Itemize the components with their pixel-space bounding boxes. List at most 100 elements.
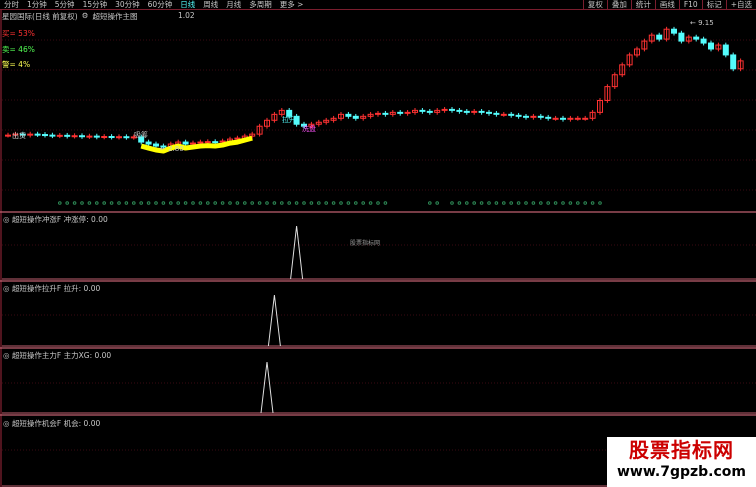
candle-body (449, 108, 455, 111)
signal-dot (331, 201, 336, 205)
panel-1-text: 超短操作冲涨F 冲涨停: 0.00 (11, 215, 108, 224)
toolbar-right: 复权 叠加 统计 画线 F10 标记 +自选 (582, 0, 756, 10)
candle-body (515, 114, 522, 117)
signal-dot (568, 201, 573, 205)
candle-body (508, 113, 515, 116)
signal-dot (561, 201, 565, 205)
menu-5[interactable]: 60分钟 (144, 0, 177, 10)
signal-dot (250, 201, 254, 205)
panel-4-text: 超短操作机会F 机会: 0.00 (11, 419, 101, 428)
candle-body (190, 142, 196, 145)
signal-dot (161, 201, 166, 205)
menu-0[interactable]: 分时 (0, 0, 23, 10)
menu-2[interactable]: 5分钟 (51, 0, 79, 10)
chart-title: 星园国际(日线 前复权) ⚙ 超短操作主图 (2, 11, 137, 21)
signal-dot (494, 201, 499, 205)
menu-6[interactable]: 日线 (176, 0, 199, 10)
signal-dot (213, 201, 217, 205)
signal-dot (95, 201, 99, 205)
candle-body (500, 113, 507, 116)
label-lasheng: 拉升 (282, 115, 296, 124)
signal-dot (435, 201, 440, 205)
candle-body (153, 143, 159, 147)
candle-body (678, 32, 685, 42)
signal-dot (154, 201, 158, 205)
signal-dot (487, 201, 491, 205)
indicator-name: 超短操作主图 (92, 12, 138, 21)
signal-dot (280, 201, 284, 205)
menu-9[interactable]: 多周期 (245, 0, 276, 10)
menu-7[interactable]: 周线 (199, 0, 222, 10)
toolbar-button-2[interactable]: 统计 (630, 0, 655, 10)
candle-body (656, 34, 663, 40)
signal-dot (457, 201, 462, 205)
signal-dot (576, 201, 580, 205)
label-xichou: 吸筹 (134, 130, 148, 139)
candle-body (101, 136, 108, 139)
sell-ratio: 卖= 46% (2, 45, 35, 54)
toolbar-button-0[interactable]: 复权 (582, 0, 607, 10)
signal-dot (169, 201, 173, 205)
settings-icon[interactable]: ⚙ (82, 11, 89, 21)
candle-body (375, 112, 381, 115)
candle-body (397, 111, 404, 114)
menu-10[interactable]: 更多 > (276, 0, 308, 10)
candle-body (545, 116, 552, 119)
candle-body (552, 117, 559, 120)
toolbar-button-3[interactable]: 画线 (654, 0, 679, 10)
label-low-price: ← 2.80 (160, 145, 184, 153)
signal-dot (220, 201, 225, 205)
buy-ratio: 买= 53% (2, 29, 35, 38)
candle-body (722, 44, 729, 56)
logo-url: www.7gpzb.com (616, 464, 746, 480)
stock-name: 星园国际(日线 前复权) (2, 12, 78, 21)
panel-2-label: ◎ 超短操作拉升F 拉升: 0.00 (3, 284, 101, 293)
signal-dot (590, 201, 595, 205)
toolbar-button-4[interactable]: F10 (678, 0, 702, 10)
candle-body (204, 141, 211, 144)
candle-body (79, 135, 85, 138)
signal-spike (260, 361, 274, 414)
menu-3[interactable]: 15分钟 (79, 0, 112, 10)
logo-title: 股票指标网 (629, 438, 734, 462)
candle-body (530, 115, 537, 118)
signal-dot (58, 201, 62, 205)
candle-body (382, 112, 389, 115)
candle-body (582, 117, 589, 120)
signal-dot (339, 201, 343, 205)
signal-dot (102, 201, 106, 205)
label-high-price: ← 9.15 (690, 19, 714, 27)
signal-dot (176, 201, 180, 205)
signal-dot (583, 201, 588, 205)
candle-body (700, 38, 707, 44)
signal-dot (465, 201, 469, 205)
signal-dot (183, 201, 188, 205)
signal-dot (235, 201, 240, 205)
candle-body (5, 134, 11, 137)
candle-body (404, 111, 411, 114)
candle-body (116, 136, 122, 139)
toolbar-button-1[interactable]: 叠加 (606, 0, 631, 10)
signal-dot (146, 201, 151, 205)
toolbar-button-6[interactable]: +自选 (725, 0, 756, 10)
menu-1[interactable]: 1分钟 (23, 0, 51, 10)
menu-8[interactable]: 月线 (222, 0, 245, 10)
signal-dot (361, 201, 366, 205)
candle-body (471, 110, 478, 113)
signal-dot (376, 201, 380, 205)
panel-3-text: 超短操作主力F 主力XG: 0.00 (11, 351, 112, 360)
signal-dot (272, 201, 277, 205)
candle-body (463, 110, 470, 113)
signal-dot (553, 201, 558, 205)
signal-dot (546, 201, 551, 205)
indicator-value: 1.02 (178, 11, 195, 20)
toolbar-button-5[interactable]: 标记 (701, 0, 726, 10)
menu-4[interactable]: 30分钟 (111, 0, 144, 10)
signal-dot (598, 201, 602, 205)
warn-ratio: 警= 4% (2, 60, 31, 69)
signal-dot (479, 201, 484, 205)
site-logo: 股票指标网 www.7gpzb.com (607, 437, 756, 487)
signal-dot (228, 201, 232, 205)
label-chuhuo: 出货 (12, 131, 26, 140)
signal-dot (383, 201, 388, 205)
